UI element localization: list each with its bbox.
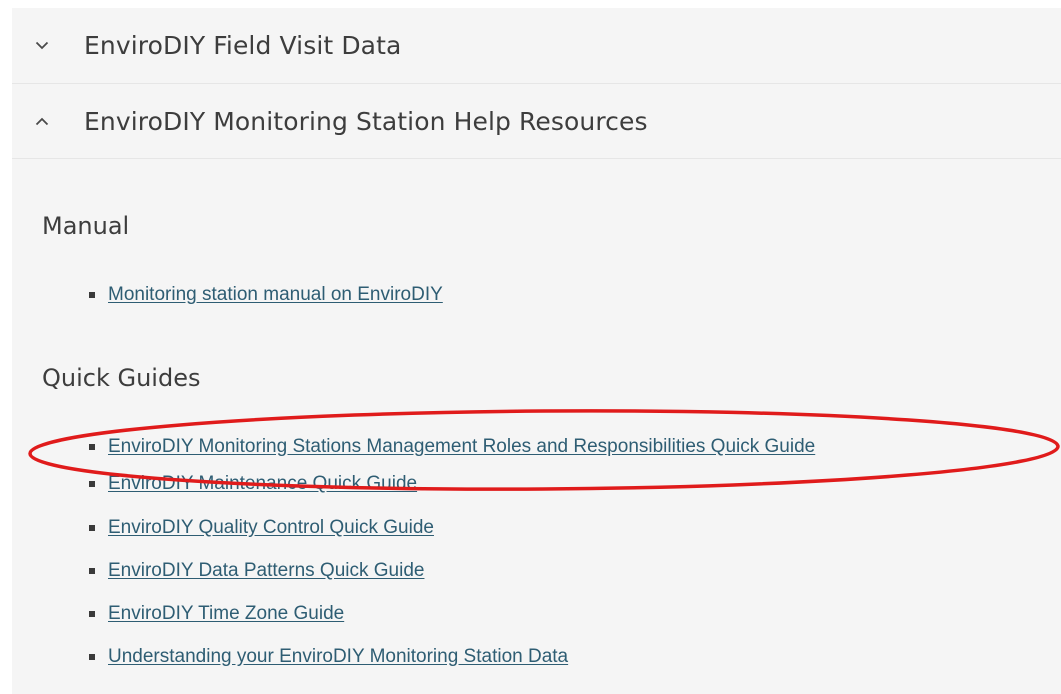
bullet-icon xyxy=(89,567,95,574)
link-time-zone-guide[interactable]: EnviroDIY Time Zone Guide xyxy=(108,603,344,625)
section-heading-manual: Manual xyxy=(42,212,130,240)
accordion-title: EnviroDIY Monitoring Station Help Resour… xyxy=(84,106,648,136)
bullet-icon xyxy=(89,481,95,487)
chevron-down-icon xyxy=(34,38,50,54)
link-quality-control-guide[interactable]: EnviroDIY Quality Control Quick Guide xyxy=(108,517,434,539)
bullet-icon xyxy=(89,292,95,298)
link-understanding-station-data[interactable]: Understanding your EnviroDIY Monitoring … xyxy=(108,646,568,668)
link-maintenance-guide[interactable]: EnviroDIY Maintenance Quick Guide xyxy=(108,473,417,495)
chevron-up-icon xyxy=(34,113,50,129)
bullet-icon xyxy=(89,443,95,450)
link-data-patterns-guide[interactable]: EnviroDIY Data Patterns Quick Guide xyxy=(108,560,424,582)
accordion-header-field-visit-data[interactable]: EnviroDIY Field Visit Data xyxy=(12,8,1061,84)
link-roles-responsibilities-guide[interactable]: EnviroDIY Monitoring Stations Management… xyxy=(108,436,815,458)
accordion-header-help-resources[interactable]: EnviroDIY Monitoring Station Help Resour… xyxy=(12,84,1061,159)
accordion: EnviroDIY Field Visit Data EnviroDIY Mon… xyxy=(12,8,1061,694)
page: EnviroDIY Field Visit Data EnviroDIY Mon… xyxy=(0,0,1061,694)
bullet-icon xyxy=(89,653,95,660)
accordion-title: EnviroDIY Field Visit Data xyxy=(84,31,402,60)
bullet-icon xyxy=(89,524,95,531)
bullet-icon xyxy=(89,610,95,617)
section-heading-quick-guides: Quick Guides xyxy=(42,364,201,392)
link-monitoring-station-manual[interactable]: Monitoring station manual on EnviroDIY xyxy=(108,284,443,306)
